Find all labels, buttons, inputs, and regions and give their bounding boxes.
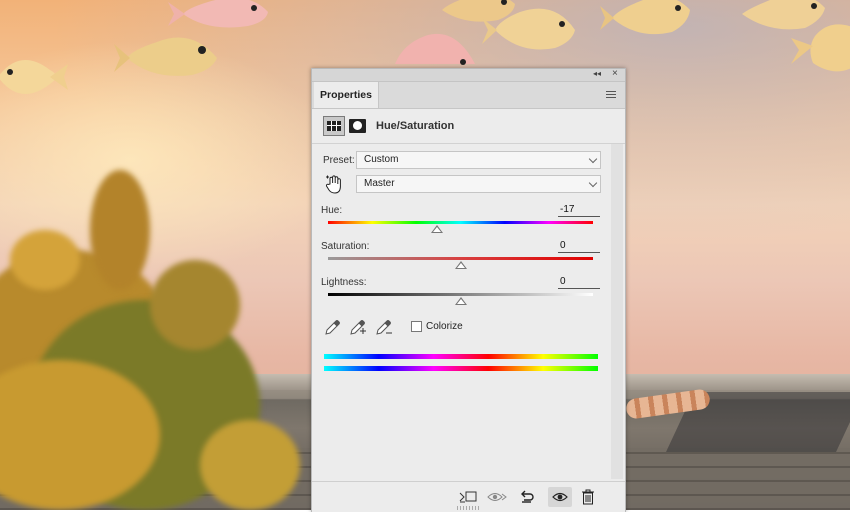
- fish-image: [791, 24, 850, 72]
- colorize-label[interactable]: Colorize: [426, 321, 463, 332]
- tab-properties[interactable]: Properties: [314, 82, 379, 108]
- input-hue-spectrum-bar: [324, 354, 598, 359]
- fish-image: [168, 0, 268, 28]
- close-icon[interactable]: ×: [612, 68, 618, 79]
- hue-label: Hue:: [321, 205, 343, 216]
- hue-slider-thumb[interactable]: [430, 225, 443, 233]
- fish-image: [482, 8, 575, 50]
- trash-icon[interactable]: [578, 487, 598, 507]
- hamburger-menu-icon[interactable]: [606, 91, 616, 99]
- panel-title-bar[interactable]: [312, 69, 625, 82]
- preset-dropdown[interactable]: Custom: [356, 151, 601, 169]
- eyedropper-minus-icon[interactable]: [375, 318, 393, 336]
- visibility-eye-icon[interactable]: [548, 487, 572, 507]
- output-hue-spectrum-bar: [324, 366, 598, 371]
- reset-icon[interactable]: [517, 487, 537, 507]
- eyedropper-plus-icon[interactable]: [349, 318, 367, 336]
- adjustment-title: Hue/Saturation: [376, 120, 455, 132]
- bush-blob: [10, 230, 80, 290]
- bush-blob: [90, 170, 150, 290]
- properties-panel: ◂◂ × Properties Hue/Saturation Preset: C…: [311, 68, 626, 512]
- channel-dropdown[interactable]: Master: [356, 175, 601, 193]
- saturation-slider-thumb[interactable]: [454, 261, 467, 269]
- fish-image: [395, 33, 475, 65]
- fish-image: [0, 60, 68, 94]
- lightness-slider-track[interactable]: [328, 293, 593, 296]
- resize-grip[interactable]: [457, 506, 481, 510]
- hue-slider-track[interactable]: [328, 221, 593, 224]
- clip-to-layer-icon[interactable]: [458, 487, 478, 507]
- bush-blob: [150, 260, 240, 350]
- saturation-label: Saturation:: [321, 241, 370, 252]
- double-chevron-icon[interactable]: ◂◂: [593, 69, 601, 78]
- saturation-slider-track[interactable]: [328, 257, 593, 260]
- preset-value: Custom: [364, 154, 399, 165]
- lightness-value-field[interactable]: 0: [558, 275, 600, 289]
- panel-scrollbar[interactable]: [611, 144, 623, 479]
- fish-image: [600, 0, 690, 35]
- hue-saturation-adjustment-icon[interactable]: [323, 116, 345, 136]
- preset-label: Preset:: [323, 155, 355, 166]
- targeted-adjustment-hand-icon[interactable]: [325, 175, 343, 195]
- colorize-checkbox[interactable]: [411, 321, 422, 332]
- channel-value: Master: [364, 178, 395, 189]
- adjustment-header: Hue/Saturation: [312, 109, 625, 144]
- panel-tab-row: Properties: [312, 82, 625, 109]
- saturation-value-field[interactable]: 0: [558, 239, 600, 253]
- chevron-down-icon: [588, 154, 598, 164]
- lightness-slider-thumb[interactable]: [454, 297, 467, 305]
- chevron-down-icon: [588, 178, 598, 188]
- eyedropper-icon[interactable]: [324, 318, 342, 336]
- bush-blob: [200, 420, 300, 510]
- lightness-label: Lightness:: [321, 277, 367, 288]
- view-previous-state-icon[interactable]: [487, 487, 507, 507]
- hue-value-field[interactable]: -17: [558, 203, 600, 217]
- layer-mask-icon[interactable]: [349, 119, 366, 133]
